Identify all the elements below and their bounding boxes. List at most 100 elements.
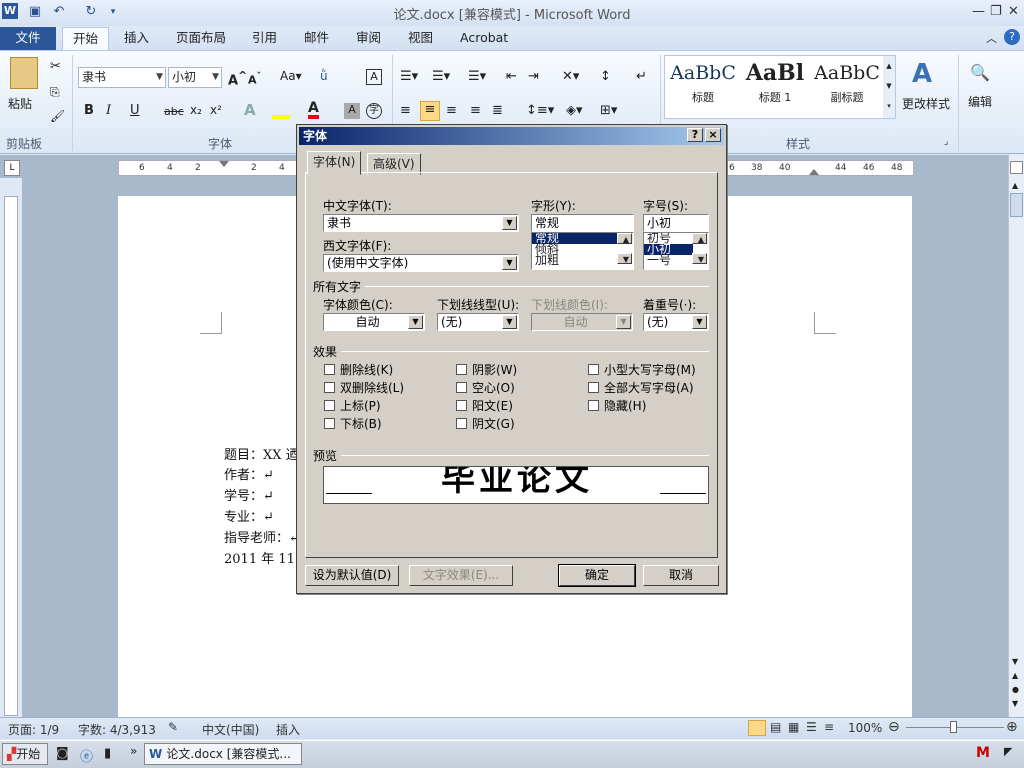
start-button[interactable]: ▞开始	[2, 743, 48, 765]
zoom-thumb[interactable]	[950, 721, 957, 733]
superscript-checkbox[interactable]	[324, 400, 335, 411]
show-marks-icon[interactable]: ↵	[636, 69, 647, 84]
strikethrough-checkbox[interactable]	[324, 364, 335, 375]
scroll-thumb[interactable]	[1010, 193, 1023, 217]
double-strike-checkbox[interactable]	[324, 382, 335, 393]
font-size-combo[interactable]: 小初 ▼	[168, 67, 222, 88]
style-input[interactable]: 常规	[531, 214, 634, 232]
outline-icon[interactable]: ☰	[806, 720, 817, 734]
draft-icon[interactable]: ≡	[824, 720, 834, 734]
dialog-close-button[interactable]: ×	[705, 128, 721, 142]
tab-references[interactable]: 引用	[242, 27, 287, 50]
copy-icon[interactable]: ⎘	[50, 85, 60, 100]
browse-object-icon[interactable]: ●	[1012, 685, 1019, 694]
minimize-button[interactable]: —	[972, 4, 985, 19]
ribbon-minimize-icon[interactable]: ︿	[986, 30, 997, 46]
bullets-icon[interactable]: ☰▾	[400, 69, 418, 84]
tray-app-icon[interactable]: M	[976, 745, 990, 761]
help-icon[interactable]: ?	[1004, 29, 1020, 45]
format-painter-icon[interactable]: 🖌	[50, 109, 65, 123]
restore-button[interactable]: ❐	[990, 4, 1002, 19]
font-color-icon[interactable]: A	[308, 101, 319, 119]
paste-button[interactable]: 粘贴	[8, 95, 32, 112]
change-case-icon[interactable]: Aa▾	[280, 69, 302, 83]
style-subtitle[interactable]: AaBbC 副标题	[812, 57, 882, 109]
hidden-checkbox[interactable]	[588, 400, 599, 411]
bold-button[interactable]: B	[84, 103, 94, 118]
highlight-icon[interactable]	[272, 101, 290, 119]
shrink-font-icon[interactable]: Aˇ	[248, 71, 261, 87]
vertical-ruler[interactable]	[0, 178, 22, 718]
web-layout-icon[interactable]: ▦	[788, 720, 799, 734]
underline-style-select[interactable]: (无) ▼	[437, 313, 519, 331]
cancel-button[interactable]: 取消	[643, 565, 719, 586]
underline-button[interactable]: U	[130, 103, 140, 118]
right-indent-marker[interactable]	[809, 161, 819, 175]
shadow-checkbox[interactable]	[456, 364, 467, 375]
dialog-title-bar[interactable]: 字体 ? ×	[299, 127, 724, 145]
size-list[interactable]: 初号 小初 一号 ▲ ▼	[643, 232, 709, 270]
tab-review[interactable]: 审阅	[346, 27, 391, 50]
numbering-icon[interactable]: ☰▾	[432, 69, 450, 84]
emboss-checkbox[interactable]	[456, 400, 467, 411]
chevron-down-icon[interactable]: ▼	[502, 216, 517, 230]
scroll-down-icon[interactable]: ▼	[1012, 657, 1018, 666]
cn-font-select[interactable]: 隶书 ▼	[323, 214, 519, 232]
align-left-icon[interactable]: ≡	[400, 103, 411, 118]
subscript-button[interactable]: x₂	[190, 103, 202, 117]
justify-icon[interactable]: ≡	[470, 103, 481, 118]
print-layout-icon[interactable]	[748, 720, 766, 736]
align-right-icon[interactable]: ≡	[446, 103, 457, 118]
cut-icon[interactable]: ✂	[50, 59, 61, 74]
zoom-level[interactable]: 100%	[848, 721, 882, 735]
zoom-out-icon[interactable]: ⊖	[888, 719, 900, 735]
styles-launcher-icon[interactable]: ⌟	[944, 137, 948, 147]
scroll-up-icon[interactable]: ▲	[1012, 181, 1018, 190]
ok-button[interactable]: 确定	[558, 564, 636, 587]
taskbar-word-button[interactable]: W 论文.docx [兼容模式...	[144, 743, 302, 765]
quicklaunch-icon[interactable]: ◙	[56, 746, 69, 761]
enclose-char-icon[interactable]: 字	[366, 103, 382, 119]
change-styles-button[interactable]: 更改样式	[902, 95, 950, 112]
style-heading1[interactable]: AaBl 标题 1	[740, 57, 810, 109]
text-effect-icon[interactable]: A	[244, 101, 256, 119]
list-scrollbar[interactable]: ▲ ▼	[692, 233, 708, 264]
small-caps-checkbox[interactable]	[588, 364, 599, 375]
indent-marker[interactable]	[219, 161, 229, 175]
tab-mailings[interactable]: 邮件	[294, 27, 339, 50]
tray-arrow-icon[interactable]: ◤	[1004, 745, 1012, 758]
chevron-down-icon[interactable]: ▼	[502, 315, 517, 329]
page-count[interactable]: 页面: 1/9	[8, 721, 59, 738]
tab-file[interactable]: 文件	[0, 27, 56, 50]
superscript-button[interactable]: x²	[210, 103, 222, 117]
shading-icon[interactable]: ◈▾	[566, 103, 583, 118]
distributed-icon[interactable]: ≣	[492, 103, 503, 118]
line-spacing-icon[interactable]: ↕≡▾	[526, 103, 554, 118]
tab-acrobat[interactable]: Acrobat	[450, 27, 518, 50]
quicklaunch-icon[interactable]: ▮	[104, 746, 111, 761]
proofing-icon[interactable]: ✎	[168, 720, 178, 734]
scroll-down-icon[interactable]: ▼	[617, 253, 632, 264]
decrease-indent-icon[interactable]: ⇤	[506, 69, 517, 84]
ruler-toggle-icon[interactable]: L	[4, 160, 20, 176]
paste-icon[interactable]	[10, 57, 38, 89]
vertical-scrollbar[interactable]: ▲ ▼ ▲ ● ▼	[1008, 155, 1024, 717]
close-window-button[interactable]: ✕	[1008, 4, 1019, 19]
style-list[interactable]: 常规 倾斜 加粗 ▲ ▼	[531, 232, 634, 270]
grow-font-icon[interactable]: A^	[228, 69, 247, 88]
increase-indent-icon[interactable]: ⇥	[528, 69, 539, 84]
borders-icon[interactable]: ⊞▾	[600, 103, 617, 118]
multilevel-list-icon[interactable]: ☰▾	[468, 69, 486, 84]
zoom-in-icon[interactable]: ⊕	[1006, 719, 1018, 735]
character-border-icon[interactable]: A	[366, 69, 382, 85]
tab-insert[interactable]: 插入	[114, 27, 159, 50]
ruler-view-icon[interactable]	[1010, 161, 1023, 174]
style-title[interactable]: AaBbC 标题	[668, 57, 738, 109]
strikethrough-button[interactable]: abc	[164, 105, 184, 118]
chevron-down-icon[interactable]: ▼	[502, 256, 517, 270]
word-count[interactable]: 字数: 4/3,913	[78, 721, 156, 738]
font-color-select[interactable]: 自动 ▼	[323, 313, 425, 331]
align-center-icon[interactable]: ≡	[420, 101, 440, 121]
chinese-layout-icon[interactable]: ✕▾	[562, 69, 579, 84]
ie-icon[interactable]: ⓔ	[80, 746, 93, 765]
